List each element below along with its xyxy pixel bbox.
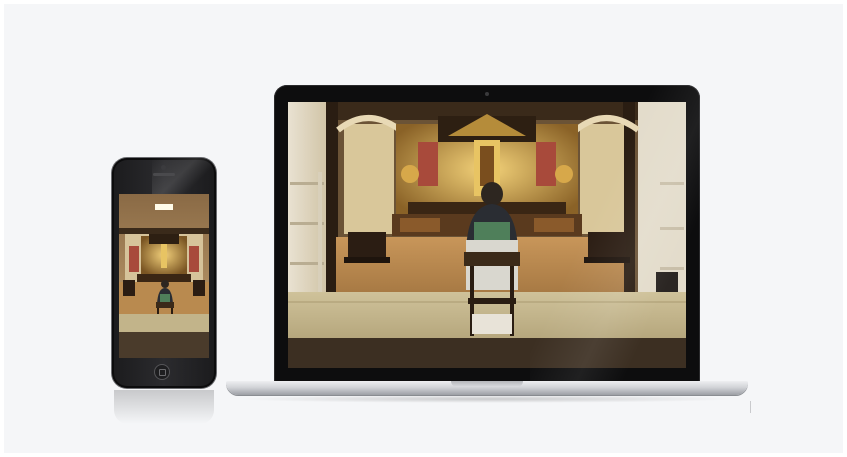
temple-altar-image	[288, 102, 686, 368]
phone-home-button-icon	[154, 364, 170, 380]
divider-tick	[750, 401, 751, 413]
phone-floor-reflection	[114, 390, 214, 424]
phone-screen	[119, 194, 209, 358]
phone-glass-reflection	[152, 158, 216, 194]
laptop-camera-icon	[485, 92, 489, 96]
smartphone	[112, 158, 216, 388]
temple-altar-image-mobile	[119, 194, 209, 358]
laptop-base	[226, 381, 748, 395]
laptop-shadow	[236, 395, 738, 403]
phone-earpiece	[153, 173, 175, 176]
laptop-screen	[288, 102, 686, 368]
phone-camera-icon	[161, 165, 166, 170]
laptop-opening-notch	[451, 381, 523, 387]
laptop-lid	[274, 85, 700, 382]
